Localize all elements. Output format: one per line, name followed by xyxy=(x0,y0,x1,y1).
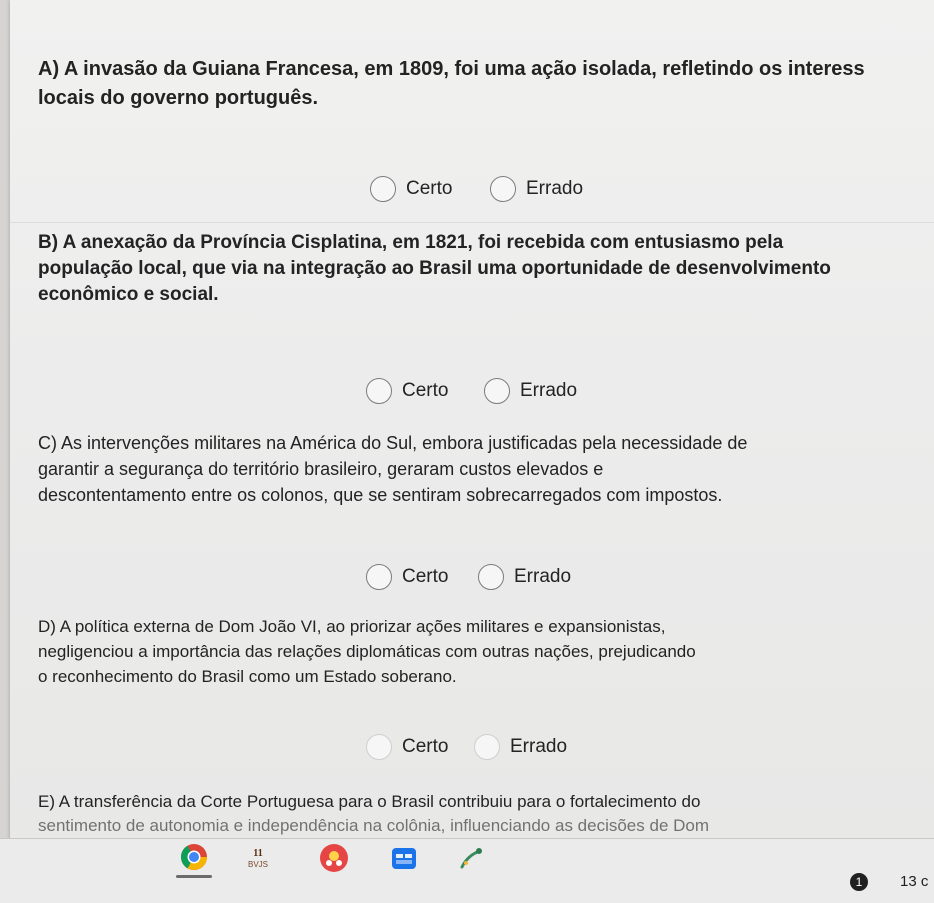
notification-badge[interactable]: 1 xyxy=(850,873,868,891)
statement-c: C) As intervenções militares na América … xyxy=(38,430,934,508)
radio-icon[interactable] xyxy=(474,734,500,760)
option-b-certo[interactable]: Certo xyxy=(366,378,448,404)
radio-icon[interactable] xyxy=(366,378,392,404)
statement-c-line-1: C) As intervenções militares na América … xyxy=(38,433,748,453)
option-b-errado[interactable]: Errado xyxy=(484,378,577,404)
tools-icon[interactable] xyxy=(454,843,490,873)
statement-b: B) A anexação da Província Cisplatina, e… xyxy=(38,230,934,308)
radio-icon[interactable] xyxy=(370,176,396,202)
option-c-certo[interactable]: Certo xyxy=(366,564,448,590)
option-label: Certo xyxy=(406,178,453,199)
radio-icon[interactable] xyxy=(490,176,516,202)
statement-e-line-1: E) A transferência da Corte Portuguesa p… xyxy=(38,792,701,811)
quiz-page: A) A invasão da Guiana Francesa, em 1809… xyxy=(10,0,934,845)
svg-text:11: 11 xyxy=(253,848,262,859)
option-label: Errado xyxy=(514,566,572,587)
svg-text:BVJS: BVJS xyxy=(248,860,268,869)
taskbar: 11 BVJS 1 13 c xyxy=(0,838,934,903)
statement-e: E) A transferência da Corte Portuguesa p… xyxy=(38,790,934,838)
option-d-certo[interactable]: Certo xyxy=(366,734,448,760)
statement-d-line-3: o reconhecimento do Brasil como um Estad… xyxy=(38,667,457,686)
statement-a-line-1: A) A invasão da Guiana Francesa, em 1809… xyxy=(38,58,865,80)
statement-c-line-3: descontentamento entre os colonos, que s… xyxy=(38,485,723,505)
option-c-errado[interactable]: Errado xyxy=(478,564,571,590)
active-indicator xyxy=(176,875,212,878)
chrome-icon[interactable] xyxy=(176,841,212,873)
radio-icon[interactable] xyxy=(478,564,504,590)
statement-a: A) A invasão da Guiana Francesa, em 1809… xyxy=(38,55,934,113)
statement-c-line-2: garantir a segurança do território brasi… xyxy=(38,459,604,479)
clock[interactable]: 13 c xyxy=(900,873,928,890)
option-d-errado[interactable]: Errado xyxy=(474,734,567,760)
option-label: Errado xyxy=(526,178,584,199)
notification-count: 1 xyxy=(850,873,868,891)
option-a-certo[interactable]: Certo xyxy=(370,176,452,202)
news-icon[interactable]: 11 BVJS xyxy=(242,843,274,873)
statement-e-line-2: sentimento de autonomia e independência … xyxy=(38,816,710,835)
option-label: Certo xyxy=(402,566,449,587)
option-label: Certo xyxy=(402,736,449,757)
statement-d-line-2: negligenciou a importância das relações … xyxy=(38,642,696,661)
statement-b-line-2: população local, que via na integração a… xyxy=(38,258,831,279)
statement-a-line-2: locais do governo português. xyxy=(38,87,319,109)
option-label: Errado xyxy=(520,380,578,401)
divider xyxy=(10,222,934,223)
radio-icon[interactable] xyxy=(366,564,392,590)
statement-d-line-1: D) A política externa de Dom João VI, ao… xyxy=(38,617,666,636)
option-label: Certo xyxy=(402,380,449,401)
radio-icon[interactable] xyxy=(484,378,510,404)
statement-b-line-3: econômico e social. xyxy=(38,284,219,305)
statement-d: D) A política externa de Dom João VI, ao… xyxy=(38,614,934,689)
option-label: Errado xyxy=(510,736,568,757)
calendar-icon[interactable] xyxy=(386,843,422,873)
option-a-errado[interactable]: Errado xyxy=(490,176,583,202)
radio-icon[interactable] xyxy=(366,734,392,760)
statement-b-line-1: B) A anexação da Província Cisplatina, e… xyxy=(38,232,784,253)
game-icon[interactable] xyxy=(316,841,352,875)
